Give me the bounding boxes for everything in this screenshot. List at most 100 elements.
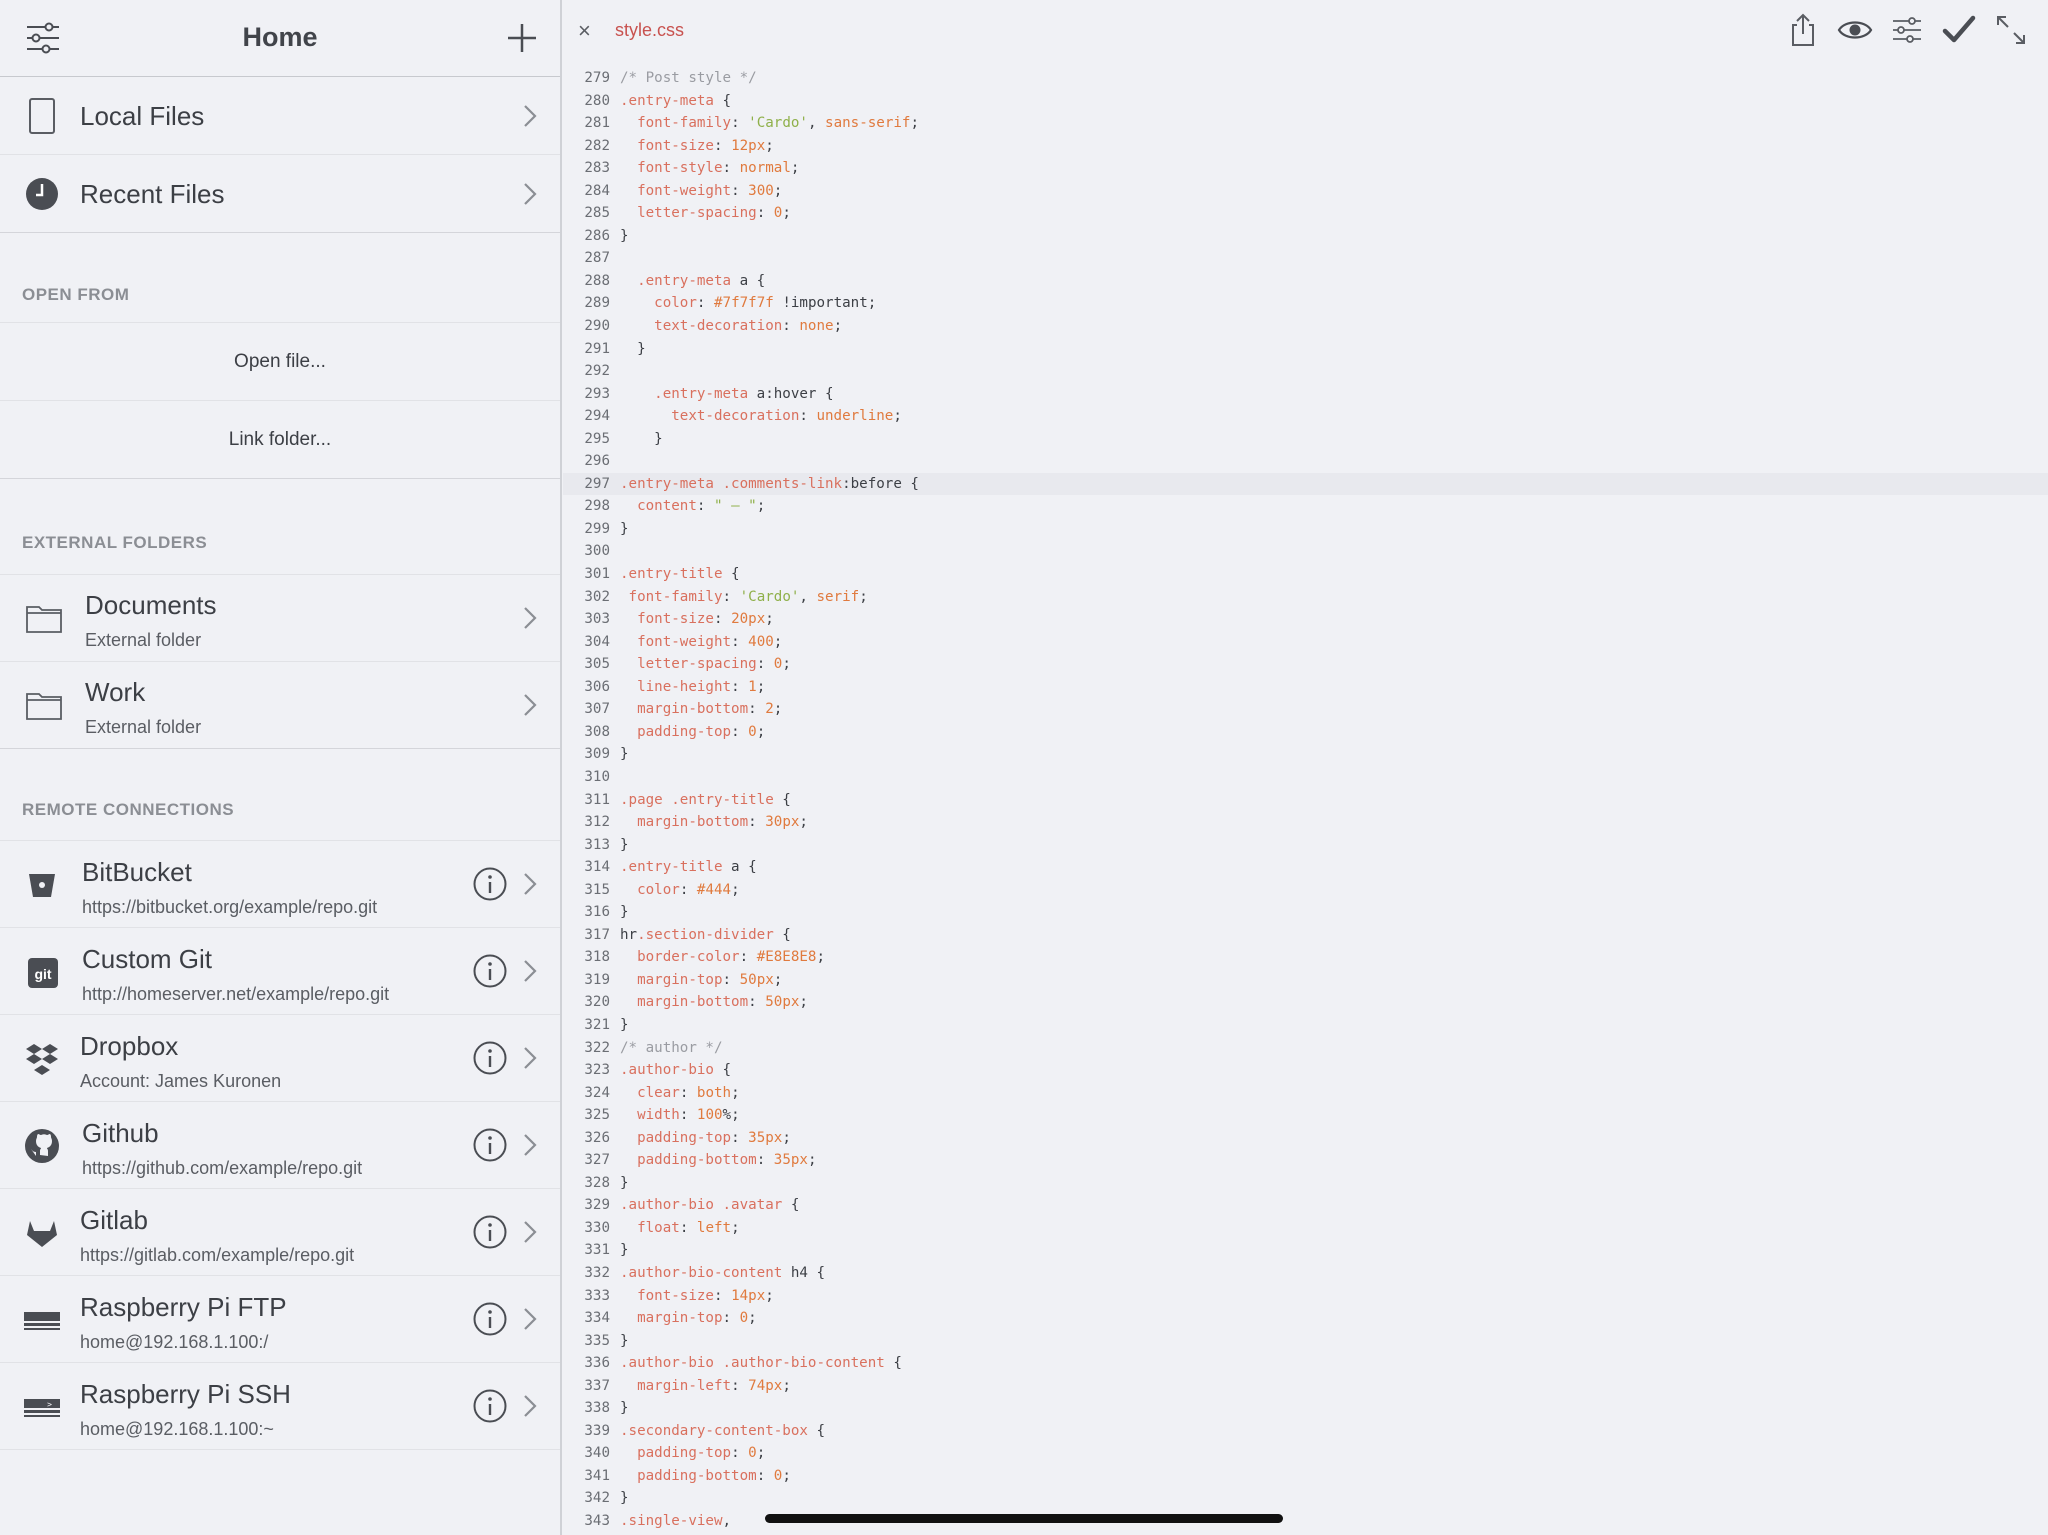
code-line[interactable]: 335} xyxy=(563,1330,2048,1353)
code-line[interactable]: 311 .page .entry-title { xyxy=(563,789,2048,812)
line-number: 339 xyxy=(584,1422,610,1439)
code-line[interactable]: 326 padding-top: 35px; xyxy=(563,1127,2048,1150)
line-text: hr.section-divider { xyxy=(620,924,791,947)
remote-connection-raspberry-pi-ftp[interactable]: Raspberry Pi FTP home@192.168.1.100:/ xyxy=(0,1276,560,1363)
code-line[interactable]: 305 letter-spacing: 0; xyxy=(563,653,2048,676)
code-line[interactable]: 309} xyxy=(563,743,2048,766)
code-line[interactable]: 308 padding-top: 0; xyxy=(563,721,2048,744)
code-line[interactable]: 298 content: " – "; xyxy=(563,495,2048,518)
code-line[interactable]: 320 margin-bottom: 50px; xyxy=(563,991,2048,1014)
file-tab-title[interactable]: style.css xyxy=(615,20,684,41)
info-icon[interactable] xyxy=(472,1214,508,1250)
code-line[interactable]: 337 margin-left: 74px; xyxy=(563,1375,2048,1398)
code-line[interactable]: 333 font-size: 14px; xyxy=(563,1285,2048,1308)
link-folder-button[interactable]: Link folder... xyxy=(0,401,560,479)
external-folder-documents[interactable]: Documents External folder xyxy=(0,575,560,662)
checkmark-icon[interactable] xyxy=(1941,12,1977,48)
code-line[interactable]: 288 .entry-meta a { xyxy=(563,270,2048,293)
code-line[interactable]: 342} xyxy=(563,1487,2048,1510)
line-number: 313 xyxy=(584,836,610,853)
code-line[interactable]: 316} xyxy=(563,901,2048,924)
code-line[interactable]: 321} xyxy=(563,1014,2048,1037)
code-line[interactable]: 294 text-decoration: underline; xyxy=(563,405,2048,428)
code-line[interactable]: 331} xyxy=(563,1239,2048,1262)
remote-connection-github[interactable]: Github https://github.com/example/repo.g… xyxy=(0,1102,560,1189)
sidebar-item-recent-files[interactable]: Recent Files xyxy=(0,155,560,233)
open-file-button[interactable]: Open file... xyxy=(0,323,560,401)
code-line[interactable]: 282 font-size: 12px; xyxy=(563,135,2048,158)
external-folder-work[interactable]: Work External folder xyxy=(0,662,560,749)
code-line[interactable]: 340 padding-top: 0; xyxy=(563,1442,2048,1465)
code-line[interactable]: 291 } xyxy=(563,338,2048,361)
code-line[interactable]: 299} xyxy=(563,518,2048,541)
code-token: ; xyxy=(816,949,826,966)
sidebar-item-local-files[interactable]: Local Files xyxy=(0,77,560,155)
code-line[interactable]: 310 xyxy=(563,766,2048,789)
code-line[interactable]: 318 border-color: #E8E8E8; xyxy=(563,946,2048,969)
code-line[interactable]: 303 font-size: 20px; xyxy=(563,608,2048,631)
code-line[interactable]: 302 font-family: 'Cardo', serif; xyxy=(563,586,2048,609)
code-line[interactable]: 279 /* Post style */ xyxy=(563,67,2048,90)
code-line[interactable]: 287 xyxy=(563,247,2048,270)
expand-icon[interactable] xyxy=(1993,12,2029,48)
settings-sliders-icon[interactable] xyxy=(1889,12,1925,48)
code-line[interactable]: 313} xyxy=(563,834,2048,857)
remote-connection-bitbucket[interactable]: BitBucket https://bitbucket.org/example/… xyxy=(0,841,560,928)
code-line[interactable]: 339 .secondary-content-box { xyxy=(563,1420,2048,1443)
code-line[interactable]: 296 xyxy=(563,450,2048,473)
code-line[interactable]: 317 hr.section-divider { xyxy=(563,924,2048,947)
code-line[interactable]: 289 color: #7f7f7f !important; xyxy=(563,292,2048,315)
info-icon[interactable] xyxy=(472,1040,508,1076)
remote-connection-dropbox[interactable]: Dropbox Account: James Kuronen xyxy=(0,1015,560,1102)
code-line[interactable]: 292 xyxy=(563,360,2048,383)
remote-connection-gitlab[interactable]: Gitlab https://gitlab.com/example/repo.g… xyxy=(0,1189,560,1276)
code-line[interactable]: 338} xyxy=(563,1397,2048,1420)
home-indicator[interactable] xyxy=(765,1514,1283,1523)
code-line[interactable]: 307 margin-bottom: 2; xyxy=(563,698,2048,721)
code-line[interactable]: 290 text-decoration: none; xyxy=(563,315,2048,338)
info-icon[interactable] xyxy=(472,1127,508,1163)
code-line[interactable]: 281 font-family: 'Cardo', sans-serif; xyxy=(563,112,2048,135)
chevron-right-icon xyxy=(524,1395,537,1417)
info-icon[interactable] xyxy=(472,1301,508,1337)
code-line[interactable]: 323 .author-bio { xyxy=(563,1059,2048,1082)
code-token: .entry-meta .comments-link xyxy=(620,475,843,492)
code-line[interactable]: 325 width: 100%; xyxy=(563,1104,2048,1127)
code-line[interactable]: 312 margin-bottom: 30px; xyxy=(563,811,2048,834)
remote-connection-custom-git[interactable]: git Custom Git http://homeserver.net/exa… xyxy=(0,928,560,1015)
eye-preview-icon[interactable] xyxy=(1837,12,1873,48)
code-line[interactable]: 293 .entry-meta a:hover { xyxy=(563,383,2048,406)
code-line[interactable]: 314 .entry-title a { xyxy=(563,856,2048,879)
code-line[interactable]: 283 font-style: normal; xyxy=(563,157,2048,180)
code-line[interactable]: 334 margin-top: 0; xyxy=(563,1307,2048,1330)
info-icon[interactable] xyxy=(472,866,508,902)
code-line[interactable]: 328} xyxy=(563,1172,2048,1195)
code-line[interactable]: 336 .author-bio .author-bio-content { xyxy=(563,1352,2048,1375)
code-line[interactable]: 284 font-weight: 300; xyxy=(563,180,2048,203)
plus-icon[interactable] xyxy=(502,18,542,58)
code-line[interactable]: 306 line-height: 1; xyxy=(563,676,2048,699)
code-line[interactable]: 280 .entry-meta { xyxy=(563,90,2048,113)
code-line[interactable]: 332 .author-bio-content h4 { xyxy=(563,1262,2048,1285)
code-line[interactable]: 324 clear: both; xyxy=(563,1082,2048,1105)
code-line[interactable]: 301 .entry-title { xyxy=(563,563,2048,586)
code-line[interactable]: 304 font-weight: 400; xyxy=(563,631,2048,654)
code-line[interactable]: 286} xyxy=(563,225,2048,248)
remote-connection-raspberry-pi-ssh[interactable]: >_ Raspberry Pi SSH home@192.168.1.100:~ xyxy=(0,1363,560,1450)
code-line[interactable]: 329 .author-bio .avatar { xyxy=(563,1194,2048,1217)
code-line[interactable]: 295 } xyxy=(563,428,2048,451)
code-line[interactable]: 300 xyxy=(563,540,2048,563)
code-line[interactable]: 319 margin-top: 50px; xyxy=(563,969,2048,992)
share-icon[interactable] xyxy=(1785,12,1821,48)
code-line[interactable]: 322 /* author */ xyxy=(563,1037,2048,1060)
code-line[interactable]: 315 color: #444; xyxy=(563,879,2048,902)
close-file-button[interactable]: × xyxy=(578,18,591,44)
code-area[interactable]: 279/* Post style */280 .entry-meta {281 f… xyxy=(563,67,2048,1533)
code-line[interactable]: 330 float: left; xyxy=(563,1217,2048,1240)
code-line[interactable]: 327 padding-bottom: 35px; xyxy=(563,1149,2048,1172)
info-icon[interactable] xyxy=(472,1388,508,1424)
info-icon[interactable] xyxy=(472,953,508,989)
code-line[interactable]: 341 padding-bottom: 0; xyxy=(563,1465,2048,1488)
code-line[interactable]: 297 .entry-meta .comments-link:before { xyxy=(563,472,2048,496)
code-line[interactable]: 285 letter-spacing: 0; xyxy=(563,202,2048,225)
